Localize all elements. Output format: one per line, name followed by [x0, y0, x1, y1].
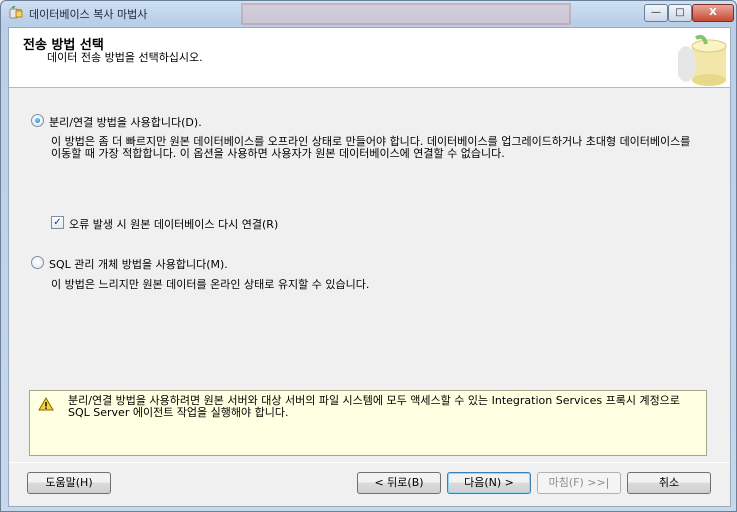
reattach-checkbox[interactable]: ✓ [51, 216, 64, 229]
background-window-ghost [241, 3, 571, 25]
minimize-button[interactable]: — [644, 4, 668, 22]
close-button[interactable]: X [692, 4, 734, 22]
database-cylinder-icon [676, 34, 728, 86]
title-bar[interactable]: 데이터베이스 복사 마법사 — □ X [1, 1, 736, 25]
page-header: 전송 방법 선택 데이터 전송 방법을 선택하십시오. [9, 28, 730, 88]
wizard-client-area: 전송 방법 선택 데이터 전송 방법을 선택하십시오. 분리/연결 방법을 사용… [8, 27, 731, 507]
footer-separator [9, 462, 730, 463]
back-button[interactable]: < 뒤로(B) [357, 472, 441, 494]
detach-attach-label[interactable]: 분리/연결 방법을 사용합니다(D). [49, 114, 202, 130]
help-button[interactable]: 도움말(H) [27, 472, 111, 494]
smo-description: 이 방법은 느리지만 원본 데이터를 온라인 상태로 유지할 수 있습니다. [51, 278, 370, 291]
next-button[interactable]: 다음(N) > [447, 472, 531, 494]
window-title: 데이터베이스 복사 마법사 [29, 8, 148, 21]
warning-icon [38, 397, 54, 411]
database-wizard-icon [9, 5, 23, 20]
warning-text: 분리/연결 방법을 사용하려면 원본 서버와 대상 서버의 파일 시스템에 모두… [68, 394, 680, 419]
maximize-button[interactable]: □ [668, 4, 692, 22]
reattach-checkbox-label[interactable]: 오류 발생 시 원본 데이터베이스 다시 연결(R) [69, 216, 278, 232]
wizard-window: 데이터베이스 복사 마법사 — □ X 전송 방법 선택 데이터 전송 방법을 … [0, 0, 737, 512]
page-subtitle: 데이터 전송 방법을 선택하십시오. [47, 51, 203, 64]
detach-attach-description: 이 방법은 좀 더 빠르지만 원본 데이터베이스를 오프라인 상태로 만들어야 … [51, 135, 691, 160]
finish-button[interactable]: 마침(F) >>| [537, 472, 621, 494]
smo-radio[interactable] [31, 256, 44, 269]
detach-attach-radio[interactable] [31, 114, 44, 127]
cancel-button[interactable]: 취소 [627, 472, 711, 494]
warning-box: 분리/연결 방법을 사용하려면 원본 서버와 대상 서버의 파일 시스템에 모두… [29, 390, 707, 456]
smo-label[interactable]: SQL 관리 개체 방법을 사용합니다(M). [49, 256, 228, 272]
